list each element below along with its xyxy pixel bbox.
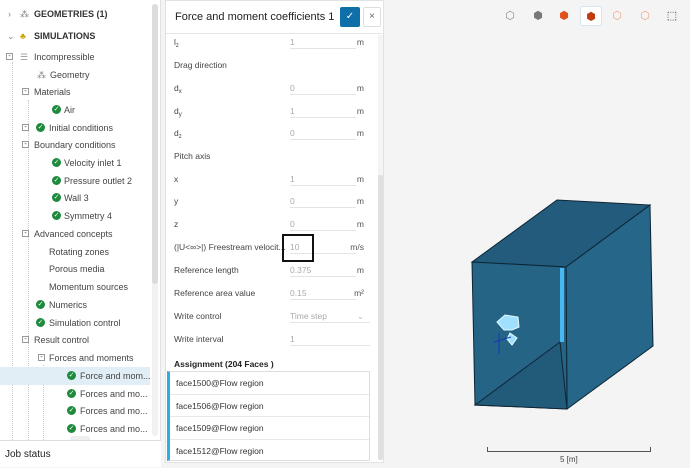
- selected-face-strip: [560, 268, 564, 342]
- 3d-viewport[interactable]: [0, 0, 690, 467]
- scale-bar: [487, 447, 651, 452]
- scale-bar-label: 5 [m]: [560, 455, 578, 464]
